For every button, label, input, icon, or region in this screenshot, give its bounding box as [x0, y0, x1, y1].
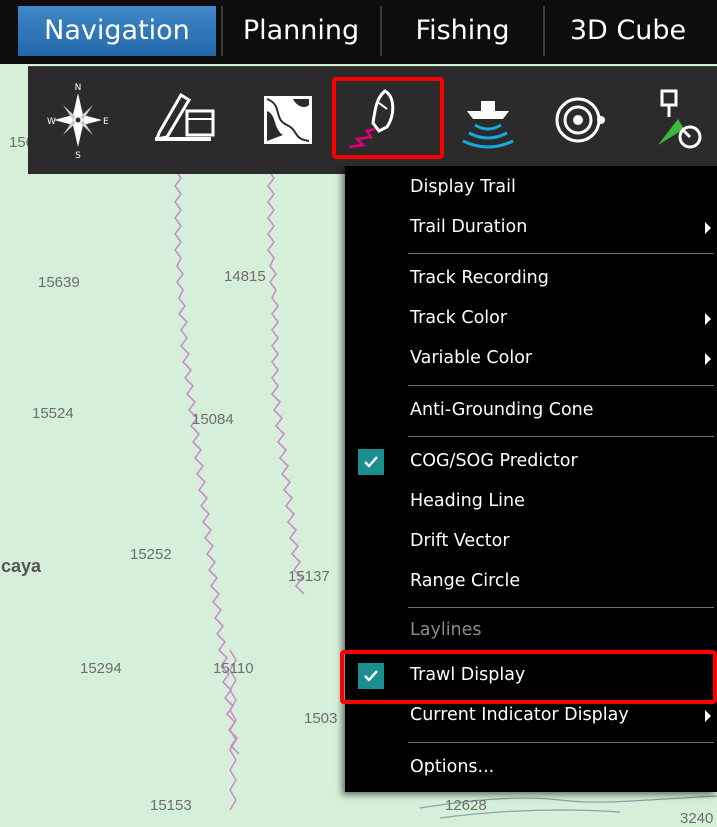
menu-item-label: COG/SOG Predictor — [410, 451, 578, 471]
tab-divider — [221, 6, 223, 56]
place-name: caya — [1, 556, 42, 576]
compass-rose-icon: N S W E — [47, 83, 109, 160]
route-edit-icon — [154, 92, 215, 141]
menu-item-options[interactable]: Options... — [345, 748, 717, 788]
radar-target-button[interactable] — [542, 77, 618, 163]
tab-3d-cube[interactable]: 3D Cube — [548, 6, 708, 56]
checkmark-icon — [358, 449, 384, 475]
menu-item-range-circle[interactable]: Range Circle — [345, 562, 717, 602]
menu-item-anti-grounding-cone[interactable]: Anti-Grounding Cone — [345, 391, 717, 431]
menu-separator — [408, 436, 714, 437]
svg-text:E: E — [103, 117, 109, 127]
menu-item-label: Range Circle — [410, 571, 521, 591]
menu-item-label: Display Trail — [410, 177, 516, 197]
menu-item-highlight — [340, 650, 717, 704]
depth-label: 3240 — [680, 810, 714, 827]
menu-item-label: Trail Duration — [410, 217, 528, 237]
navigation-toolbar: N S W E — [28, 66, 717, 174]
svg-text:S: S — [75, 151, 81, 160]
menu-item-label: Current Indicator Display — [410, 705, 629, 725]
menu-separator — [408, 253, 714, 254]
menu-item-heading-line[interactable]: Heading Line — [345, 482, 717, 522]
depth-label: 15252 — [130, 546, 172, 563]
menu-item-label: Variable Color — [410, 348, 533, 368]
menu-item-cog-sog-predictor[interactable]: COG/SOG Predictor — [345, 442, 717, 482]
tool-highlight — [332, 77, 444, 159]
depth-label: 15137 — [288, 568, 330, 585]
menu-item-laylines: Laylines — [345, 611, 717, 651]
main-tab-bar: Navigation Planning Fishing 3D Cube — [0, 0, 717, 64]
tab-divider — [380, 6, 382, 56]
depth-label: 15294 — [80, 660, 122, 677]
menu-item-label: Options... — [410, 757, 495, 777]
menu-item-track-color[interactable]: Track Color — [345, 299, 717, 339]
submenu-arrow-icon — [705, 710, 711, 722]
chart-layers-button[interactable] — [250, 77, 326, 163]
depth-label: 15524 — [32, 405, 74, 422]
menu-item-label: Drift Vector — [410, 531, 510, 551]
chart-layers-icon — [264, 96, 312, 144]
menu-item-track-recording[interactable]: Track Recording — [345, 259, 717, 299]
depth-label: 14815 — [224, 268, 266, 285]
menu-item-variable-color[interactable]: Variable Color — [345, 339, 717, 379]
vessel-sonar-button[interactable] — [450, 77, 526, 163]
menu-separator — [408, 385, 714, 386]
depth-label: 15153 — [150, 797, 192, 814]
tab-fishing[interactable]: Fishing — [385, 6, 540, 56]
svg-text:N: N — [75, 83, 82, 93]
depth-label: 15639 — [38, 274, 80, 291]
menu-item-drift-vector[interactable]: Drift Vector — [345, 522, 717, 562]
menu-separator — [408, 607, 714, 608]
submenu-arrow-icon — [705, 222, 711, 234]
menu-separator — [408, 742, 714, 743]
tab-divider — [543, 6, 545, 56]
depth-label: 12628 — [445, 797, 487, 814]
svg-text:W: W — [47, 117, 56, 127]
depth-label: 15084 — [192, 411, 234, 428]
route-edit-button[interactable] — [144, 77, 220, 163]
submenu-arrow-icon — [705, 313, 711, 325]
radar-target-icon — [555, 97, 605, 143]
menu-item-label: Track Color — [410, 308, 508, 328]
menu-item-label: Heading Line — [410, 491, 525, 511]
depth-label: 15110 — [213, 660, 254, 677]
waypoint-go-button[interactable] — [638, 77, 717, 163]
menu-item-label: Track Recording — [410, 268, 549, 288]
depth-label: 1503 — [304, 710, 338, 727]
tab-planning[interactable]: Planning — [226, 6, 376, 56]
tab-navigation[interactable]: Navigation — [18, 6, 216, 56]
menu-item-label: Anti-Grounding Cone — [410, 400, 594, 420]
waypoint-go-icon — [658, 89, 702, 149]
vessel-sonar-icon — [462, 101, 514, 149]
menu-item-display-trail[interactable]: Display Trail — [345, 168, 717, 208]
menu-item-label: Laylines — [410, 620, 482, 640]
submenu-arrow-icon — [705, 353, 711, 365]
menu-item-trail-duration[interactable]: Trail Duration — [345, 208, 717, 248]
compass-rose-button[interactable]: N S W E — [40, 77, 116, 163]
